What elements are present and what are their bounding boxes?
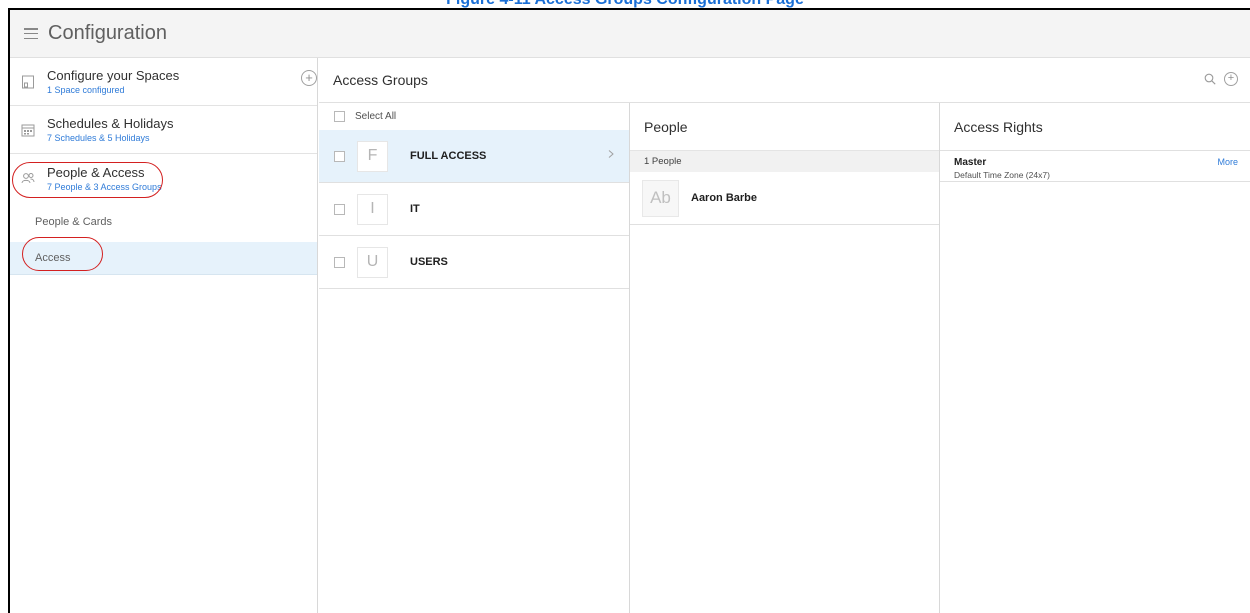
sidebar-subitem-access[interactable]: Access xyxy=(10,242,317,275)
select-all-label: Select All xyxy=(355,111,397,122)
group-avatar: U xyxy=(357,246,388,278)
sidebar-item-sublabel: 7 Schedules & 5 Holidays xyxy=(47,133,150,143)
sidebar: Configure your Spaces 1 Space configured… xyxy=(10,58,318,613)
group-avatar: I xyxy=(357,193,388,225)
access-rights-title: Access Rights xyxy=(954,118,1043,135)
figure-caption: Figure 4-11 Access Groups Configuration … xyxy=(0,0,1250,8)
more-link[interactable]: More xyxy=(1217,157,1238,167)
people-column: People 1 People Ab Aaron Barbe xyxy=(630,103,940,613)
page-title: Configuration xyxy=(48,22,167,44)
sidebar-item-sublabel: 1 Space configured xyxy=(47,85,125,95)
sidebar-item-spaces[interactable]: Configure your Spaces 1 Space configured… xyxy=(10,58,317,106)
app-window: Configuration Configure your Spaces 1 Sp… xyxy=(8,8,1250,613)
group-checkbox[interactable] xyxy=(334,150,345,162)
main-title: Access Groups xyxy=(333,72,428,88)
sidebar-subitem-people-cards[interactable]: People & Cards xyxy=(10,202,317,242)
avatar: Ab xyxy=(642,179,679,217)
group-name: IT xyxy=(410,203,420,215)
sidebar-item-people-access[interactable]: People & Access 7 People & 3 Access Grou… xyxy=(10,154,317,202)
people-title: People xyxy=(644,118,688,135)
sidebar-item-label: Schedules & Holidays xyxy=(47,116,174,131)
chevron-right-icon xyxy=(608,150,614,158)
people-count: 1 People xyxy=(630,150,939,172)
group-row-full-access[interactable]: F FULL ACCESS xyxy=(319,130,629,183)
person-name: Aaron Barbe xyxy=(691,192,758,204)
add-space-button[interactable]: + xyxy=(301,70,317,86)
group-avatar: F xyxy=(357,140,388,172)
sidebar-item-label: Configure your Spaces xyxy=(47,68,180,83)
top-bar: Configuration xyxy=(10,10,1250,58)
group-name: FULL ACCESS xyxy=(410,150,487,162)
people-icon xyxy=(21,173,35,184)
select-all-checkbox[interactable] xyxy=(334,111,345,122)
menu-icon[interactable] xyxy=(24,28,38,39)
calendar-icon xyxy=(21,124,35,136)
access-rights-column: Access Rights Master Default Time Zone (… xyxy=(940,103,1250,613)
select-all-row[interactable]: Select All xyxy=(319,103,629,130)
access-right-timezone: Default Time Zone (24x7) xyxy=(954,170,1050,180)
access-right-row: Master Default Time Zone (24x7) More xyxy=(940,150,1250,182)
sidebar-item-sublabel: 7 People & 3 Access Groups xyxy=(47,181,162,192)
search-icon[interactable] xyxy=(1204,73,1216,85)
space-icon xyxy=(22,75,34,88)
group-checkbox[interactable] xyxy=(334,203,345,215)
main-header: Access Groups + xyxy=(319,58,1250,103)
access-right-name: Master xyxy=(954,157,987,168)
person-row[interactable]: Ab Aaron Barbe xyxy=(630,172,939,225)
figure-caption-text: Figure 4-11 Access Groups Configuration … xyxy=(0,0,1250,8)
access-groups-column: Select All F FULL ACCESS I IT U USERS xyxy=(319,103,630,613)
sidebar-item-label: People & Access xyxy=(47,164,145,180)
group-name: USERS xyxy=(410,256,448,268)
sidebar-item-schedules[interactable]: Schedules & Holidays 7 Schedules & 5 Hol… xyxy=(10,106,317,154)
group-row-it[interactable]: I IT xyxy=(319,183,629,236)
add-group-button[interactable]: + xyxy=(1224,72,1238,86)
group-row-users[interactable]: U USERS xyxy=(319,236,629,289)
main-panel: Access Groups + Select All F FULL ACCESS xyxy=(319,58,1250,613)
group-checkbox[interactable] xyxy=(334,256,345,268)
